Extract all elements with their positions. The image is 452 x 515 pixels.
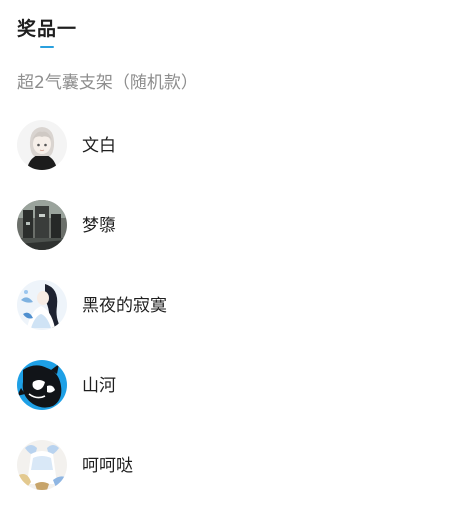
prize-subtitle: 超2气囊支架（随机款） bbox=[17, 73, 198, 93]
pastel-anime-avatar-icon bbox=[17, 440, 67, 490]
title-underline bbox=[40, 46, 54, 48]
anime-girl-blue-dress-avatar-icon bbox=[17, 280, 67, 330]
winner-avatar[interactable] bbox=[17, 120, 67, 170]
blue-ink-character-avatar-icon bbox=[17, 360, 67, 410]
winner-name: 山河 bbox=[82, 376, 116, 396]
winner-avatar[interactable] bbox=[17, 200, 67, 250]
winner-item[interactable]: 黑夜的寂寞 bbox=[17, 280, 437, 332]
winner-item[interactable]: 呵呵哒 bbox=[17, 440, 437, 492]
winner-name: 黑夜的寂寞 bbox=[82, 296, 167, 316]
winner-avatar[interactable] bbox=[17, 360, 67, 410]
winner-avatar[interactable] bbox=[17, 280, 67, 330]
prize-title: 奖品一 bbox=[17, 18, 78, 40]
winner-name: 梦隳 bbox=[82, 216, 116, 236]
winner-avatar[interactable] bbox=[17, 440, 67, 490]
winner-name: 呵呵哒 bbox=[82, 456, 133, 476]
dark-scene-avatar-icon bbox=[17, 200, 67, 250]
winner-item[interactable]: 梦隳 bbox=[17, 200, 437, 252]
anime-girl-white-hair-avatar-icon bbox=[17, 120, 67, 170]
winner-item[interactable]: 文白 bbox=[17, 120, 437, 172]
winner-item[interactable]: 山河 bbox=[17, 360, 437, 412]
winner-name: 文白 bbox=[82, 136, 116, 156]
